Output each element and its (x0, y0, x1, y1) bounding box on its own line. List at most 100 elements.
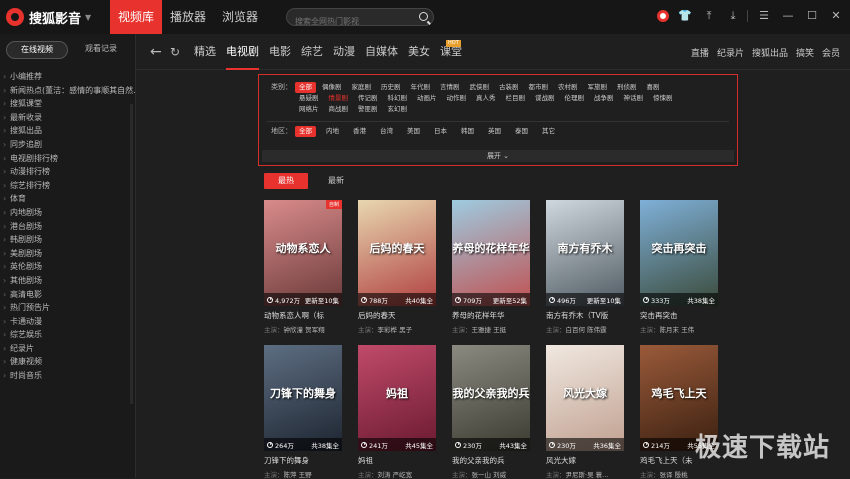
sidebar-item[interactable]: 健康视频 (0, 355, 135, 369)
tab-watch-history[interactable]: 观看记录 (70, 41, 132, 59)
region-option[interactable]: 香港 (349, 126, 370, 137)
close-icon[interactable]: ✕ (828, 8, 844, 24)
region-option[interactable]: 全部 (295, 126, 316, 137)
sidebar-item[interactable]: 搜狐出品 (0, 124, 135, 138)
sidebar-item[interactable]: 综艺娱乐 (0, 328, 135, 342)
region-option[interactable]: 泰国 (511, 126, 532, 137)
sidebar-item[interactable]: 综艺排行榜 (0, 179, 135, 193)
genre-option[interactable]: 伦理剧 (561, 93, 589, 104)
sidebar-item[interactable]: 时尚音乐 (0, 369, 135, 383)
video-title[interactable]: 动物系恋人啊（标 (264, 310, 342, 321)
sidebar-item[interactable]: 卡通动漫 (0, 315, 135, 329)
nav-self-media[interactable]: 自媒体 (365, 34, 398, 70)
video-title[interactable]: 风光大嫁 (546, 455, 624, 466)
nav-funny[interactable]: 搞笑 (796, 46, 814, 59)
sort-newest[interactable]: 最新 (314, 173, 358, 189)
genre-option[interactable]: 栏目剧 (502, 93, 530, 104)
video-poster[interactable]: 后妈的春天788万共40集全 (358, 200, 436, 306)
nav-documentary[interactable]: 纪录片 (717, 46, 744, 59)
sidebar-item[interactable]: 其他剧场 (0, 274, 135, 288)
region-option[interactable]: 台湾 (376, 126, 397, 137)
video-title[interactable]: 妈祖 (358, 455, 436, 466)
video-title[interactable]: 刀锋下的舞身 (264, 455, 342, 466)
video-title[interactable]: 我的父亲我的兵 (452, 455, 530, 466)
sidebar-item[interactable]: 韩剧剧场 (0, 233, 135, 247)
genre-option[interactable]: 都市剧 (525, 82, 553, 93)
video-poster[interactable]: 刀锋下的舞身264万共38集全 (264, 345, 342, 451)
nav-movies[interactable]: 电影 (269, 34, 291, 70)
genre-option[interactable]: 农村剧 (554, 82, 582, 93)
sidebar-item[interactable]: 热门预告片 (0, 301, 135, 315)
sidebar-item[interactable]: 英伦剧场 (0, 260, 135, 274)
region-option[interactable]: 英国 (484, 126, 505, 137)
minimize-icon[interactable]: — (780, 8, 796, 24)
region-option[interactable]: 日本 (430, 126, 451, 137)
genre-option[interactable]: 战争剧 (590, 93, 618, 104)
genre-option[interactable]: 动画片 (413, 93, 441, 104)
video-title[interactable]: 后妈的春天 (358, 310, 436, 321)
sidebar-item[interactable]: 小编推荐 (0, 70, 135, 84)
genre-option[interactable]: 传记剧 (354, 93, 382, 104)
sidebar-item[interactable]: 新闻热点(董洁：感情的事顺其自然... (0, 84, 135, 98)
genre-option[interactable]: 军旅剧 (584, 82, 612, 93)
back-icon[interactable]: ← (150, 44, 162, 60)
chevron-down-icon[interactable]: ▼ (85, 13, 91, 22)
sort-hottest[interactable]: 最热 (264, 173, 308, 189)
genre-option[interactable]: 武侠剧 (466, 82, 494, 93)
sidebar-item[interactable]: 搜狐课堂 (0, 97, 135, 111)
genre-option[interactable]: 商战剧 (325, 104, 353, 115)
video-poster[interactable]: 突击再突击333万共38集全 (640, 200, 718, 306)
sidebar-item[interactable]: 纪录片 (0, 342, 135, 356)
genre-option[interactable]: 警匪剧 (354, 104, 382, 115)
video-title[interactable]: 养母的花样年华 (452, 310, 530, 321)
region-option[interactable]: 其它 (538, 126, 559, 137)
genre-option[interactable]: 谍战剧 (531, 93, 559, 104)
app-logo[interactable]: 搜狐影音 ▼ (6, 8, 110, 27)
video-card[interactable]: 自制动物系恋人4,972万更新至10集动物系恋人啊（标主演：钟欣潼 贺军翔 (264, 200, 342, 334)
download-icon[interactable]: ⤓ (725, 8, 741, 24)
tab-video-library[interactable]: 视频库 (110, 0, 162, 34)
avatar[interactable] (657, 10, 669, 22)
tab-online-video[interactable]: 在线视频 (6, 41, 68, 59)
maximize-icon[interactable]: ☐ (804, 8, 820, 24)
genre-option[interactable]: 言情剧 (436, 82, 464, 93)
search-icon[interactable] (419, 12, 428, 21)
genre-option[interactable]: 古装剧 (495, 82, 523, 93)
video-card[interactable]: 风光大嫁230万共36集全风光大嫁主演：尹尼斯·吴 蓑... (546, 345, 624, 479)
video-card[interactable]: 突击再突击333万共38集全突击再突击主演：陈月末 王伟 (640, 200, 718, 334)
region-option[interactable]: 美国 (403, 126, 424, 137)
genre-option[interactable]: 网络片 (295, 104, 323, 115)
genre-option[interactable]: 情景剧 (325, 93, 353, 104)
sidebar-item[interactable]: 高清电影 (0, 288, 135, 302)
search-input[interactable] (287, 14, 412, 30)
nav-variety[interactable]: 综艺 (301, 34, 323, 70)
genre-option[interactable]: 全部 (295, 82, 316, 93)
genre-option[interactable]: 惊悚剧 (649, 93, 677, 104)
video-poster[interactable]: 南方有乔木496万更新至10集 (546, 200, 624, 306)
genre-option[interactable]: 历史剧 (377, 82, 405, 93)
nav-live[interactable]: 直播 (691, 46, 709, 59)
genre-option[interactable]: 刑侦剧 (613, 82, 641, 93)
genre-option[interactable]: 玄幻剧 (384, 104, 412, 115)
tab-browser[interactable]: 浏览器 (214, 0, 266, 34)
nav-vip[interactable]: 会员 (822, 46, 840, 59)
genre-option[interactable]: 真人秀 (472, 93, 500, 104)
region-option[interactable]: 韩国 (457, 126, 478, 137)
video-poster[interactable]: 养母的花样年华709万更新至52集 (452, 200, 530, 306)
genre-option[interactable]: 悬疑剧 (295, 93, 323, 104)
sidebar-item[interactable]: 美剧剧场 (0, 247, 135, 261)
video-card[interactable]: 后妈的春天788万共40集全后妈的春天主演：李彩桦 黑子 (358, 200, 436, 334)
video-card[interactable]: 南方有乔木496万更新至10集南方有乔木（TV版主演：白百何 陈伟霆 (546, 200, 624, 334)
video-poster[interactable]: 妈祖241万共45集全 (358, 345, 436, 451)
expand-button[interactable]: 展开 ⌄ (262, 150, 734, 162)
nav-beauty[interactable]: 美女 (408, 34, 430, 70)
sidebar-item[interactable]: 港台剧场 (0, 220, 135, 234)
nav-sohu-originals[interactable]: 搜狐出品 (752, 46, 788, 59)
sidebar-item[interactable]: 内地剧场 (0, 206, 135, 220)
video-card[interactable]: 妈祖241万共45集全妈祖主演：刘涛 严屹宽 (358, 345, 436, 479)
genre-option[interactable]: 年代剧 (407, 82, 435, 93)
tab-player[interactable]: 播放器 (162, 0, 214, 34)
skin-icon[interactable]: 👕 (677, 8, 693, 24)
video-title[interactable]: 南方有乔木（TV版 (546, 310, 624, 321)
genre-option[interactable]: 偶像剧 (318, 82, 346, 93)
